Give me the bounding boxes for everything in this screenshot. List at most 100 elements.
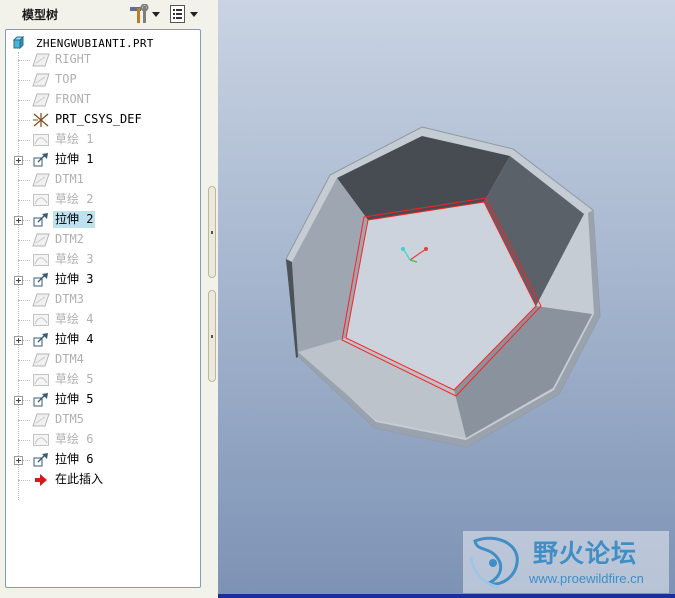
tree-item[interactable]: 拉伸 1 [6,150,200,170]
tree-item[interactable]: DTM4 [6,350,200,370]
tree-connector [18,200,30,201]
panel-splitter[interactable] [204,0,218,598]
sketch-icon [32,132,50,148]
tree-item-label: 拉伸 2 [53,211,96,228]
tree-item-label: 草绘 1 [55,132,94,146]
datum-plane-icon [32,172,50,188]
chevron-down-icon [152,11,160,17]
grip-icon [211,335,213,338]
datum-plane-icon [32,52,50,68]
datum-plane-icon [32,292,50,308]
tree-item[interactable]: 在此插入 [6,470,200,490]
part-cube-icon [12,36,25,50]
sketch-icon [32,192,50,208]
extrude-icon [32,452,50,468]
tree-connector [18,300,30,301]
tree-item-label: 拉伸 3 [55,272,94,286]
insert-here-arrow-icon [32,472,50,488]
datum-plane-icon [32,72,50,88]
watermark-url: www.proewildfire.cn [529,571,644,586]
tree-item[interactable]: RIGHT [6,50,200,70]
tree-item-label: DTM1 [55,172,84,186]
tree-item-label: DTM5 [55,412,84,426]
expand-plus-icon[interactable] [14,156,23,165]
status-strip [218,594,675,598]
tree-item-label: RIGHT [55,52,92,66]
panel-title: 模型树 [22,8,59,22]
model-tree: ZHENGWUBIANTI.PRT RIGHT TOP FRONT PRT_CSYS_… [5,29,201,588]
tree-item[interactable]: DTM3 [6,290,200,310]
tree-item-label: 在此插入 [55,472,104,486]
watermark-title: 野火论坛 [533,539,638,568]
datum-plane-icon [32,92,50,108]
sketch-icon [32,252,50,268]
tree-connector [18,480,30,481]
tree-item-label: TOP [55,72,77,86]
expand-plus-icon[interactable] [14,276,23,285]
splitter-handle-top[interactable] [208,186,216,278]
tree-item-label: DTM2 [55,232,84,246]
tree-connector [18,140,30,141]
tree-connector [18,100,30,101]
tree-item[interactable]: 草绘 4 [6,310,200,330]
datum-plane-icon [32,412,50,428]
tree-connector [18,80,30,81]
tree-item-label: PRT_CSYS_DEF [55,112,142,126]
tree-item[interactable]: DTM2 [6,230,200,250]
tree-item-label: 拉伸 1 [55,152,94,166]
tree-show-button[interactable] [168,3,202,25]
coordinate-system-icon [32,112,50,128]
tree-connector [18,360,30,361]
tree-item[interactable]: 草绘 1 [6,130,200,150]
tree-item-label: 草绘 6 [55,432,94,446]
tree-connector [18,440,30,441]
tree-item[interactable]: DTM1 [6,170,200,190]
extrude-icon [32,272,50,288]
splitter-handle-bottom[interactable] [208,290,216,382]
tree-item-label: 拉伸 6 [55,452,94,466]
tree-item[interactable]: 草绘 2 [6,190,200,210]
tree-item-label: 草绘 5 [55,372,94,386]
chevron-down-icon [190,11,198,17]
tree-item-label: 拉伸 4 [55,332,94,346]
model-tree-header: 模型树 [0,0,218,28]
expand-plus-icon[interactable] [14,336,23,345]
tree-connector [18,60,30,61]
datum-plane-icon [32,232,50,248]
tree-list-icon [170,5,185,23]
tree-connector [18,320,30,321]
tree-item[interactable]: TOP [6,70,200,90]
tree-item[interactable]: 拉伸 3 [6,270,200,290]
tree-item[interactable]: 拉伸 4 [6,330,200,350]
tree-connector [18,380,30,381]
tree-root-label: ZHENGWUBIANTI.PRT [36,36,154,50]
tree-item[interactable]: PRT_CSYS_DEF [6,110,200,130]
graphics-window[interactable] [218,0,675,594]
tree-item[interactable]: FRONT [6,90,200,110]
tree-settings-button[interactable] [128,3,162,25]
sketch-icon [32,372,50,388]
tree-item[interactable]: DTM5 [6,410,200,430]
tree-item[interactable]: 草绘 3 [6,250,200,270]
extrude-icon [32,332,50,348]
extrude-icon [32,392,50,408]
dodecahedron-shell-model[interactable] [218,0,675,594]
sketch-icon [32,432,50,448]
tree-connector [18,260,30,261]
tree-item[interactable]: 草绘 6 [6,430,200,450]
model-tree-panel: 模型树 ZHENGWUBIANTI.PRT RIGHT TOP FRONT PR… [0,0,218,598]
tree-item[interactable]: 草绘 5 [6,370,200,390]
tree-item-label: 拉伸 5 [55,392,94,406]
tree-item-label: DTM4 [55,352,84,366]
datum-plane-icon [32,352,50,368]
expand-plus-icon[interactable] [14,396,23,405]
flame-logo-icon [469,536,519,589]
expand-plus-icon[interactable] [14,456,23,465]
tree-connector [18,180,30,181]
tree-connector [18,240,30,241]
tree-item[interactable]: 拉伸 5 [6,390,200,410]
tree-connector [18,420,30,421]
tree-item[interactable]: 拉伸 6 [6,450,200,470]
expand-plus-icon[interactable] [14,216,23,225]
tree-item[interactable]: 拉伸 2 [6,210,200,230]
